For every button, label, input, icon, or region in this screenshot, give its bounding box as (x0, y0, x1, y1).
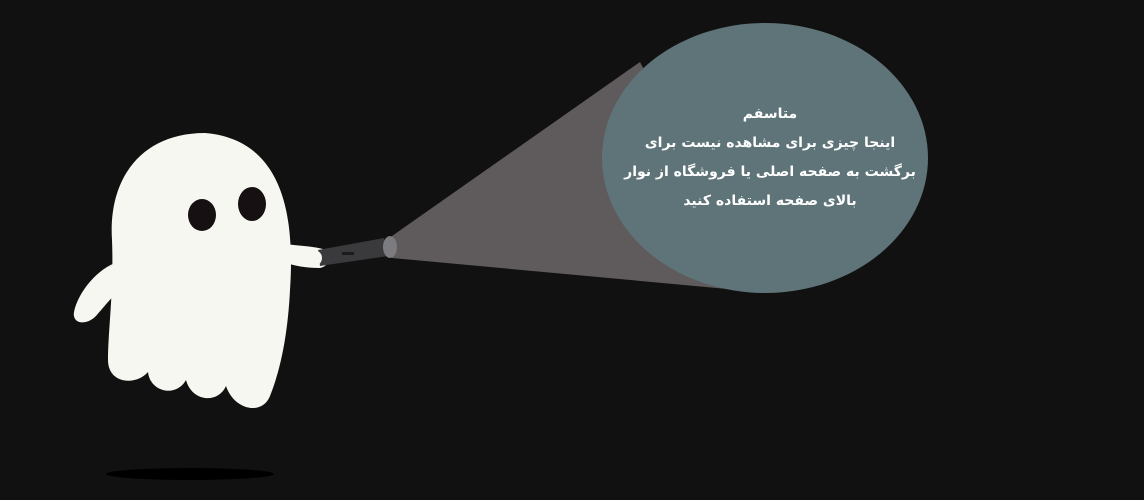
ghost-body (108, 133, 292, 409)
message-title: متاسفم (742, 106, 798, 122)
flashlight-grip (342, 252, 354, 255)
flashlight-lens (383, 236, 397, 258)
message-line-1: اینجا چیزی برای مشاهده نیست برای (644, 135, 896, 151)
message-line-3: بالای صفحه استفاده کنید (683, 193, 857, 209)
not-found-message: متاسفم اینجا چیزی برای مشاهده نیست برای … (610, 100, 930, 216)
message-line-2: برگشت به صفحه اصلی یا فروشگاه از نوار (624, 164, 916, 180)
not-found-page: متاسفم اینجا چیزی برای مشاهده نیست برای … (0, 0, 1144, 500)
ghost-right-eye (238, 187, 266, 221)
ghost-shadow (106, 468, 274, 480)
ghost-illustration (73, 23, 928, 480)
ghost-left-eye (188, 199, 216, 231)
flashlight-icon (308, 236, 397, 267)
ghost-icon (73, 133, 330, 409)
